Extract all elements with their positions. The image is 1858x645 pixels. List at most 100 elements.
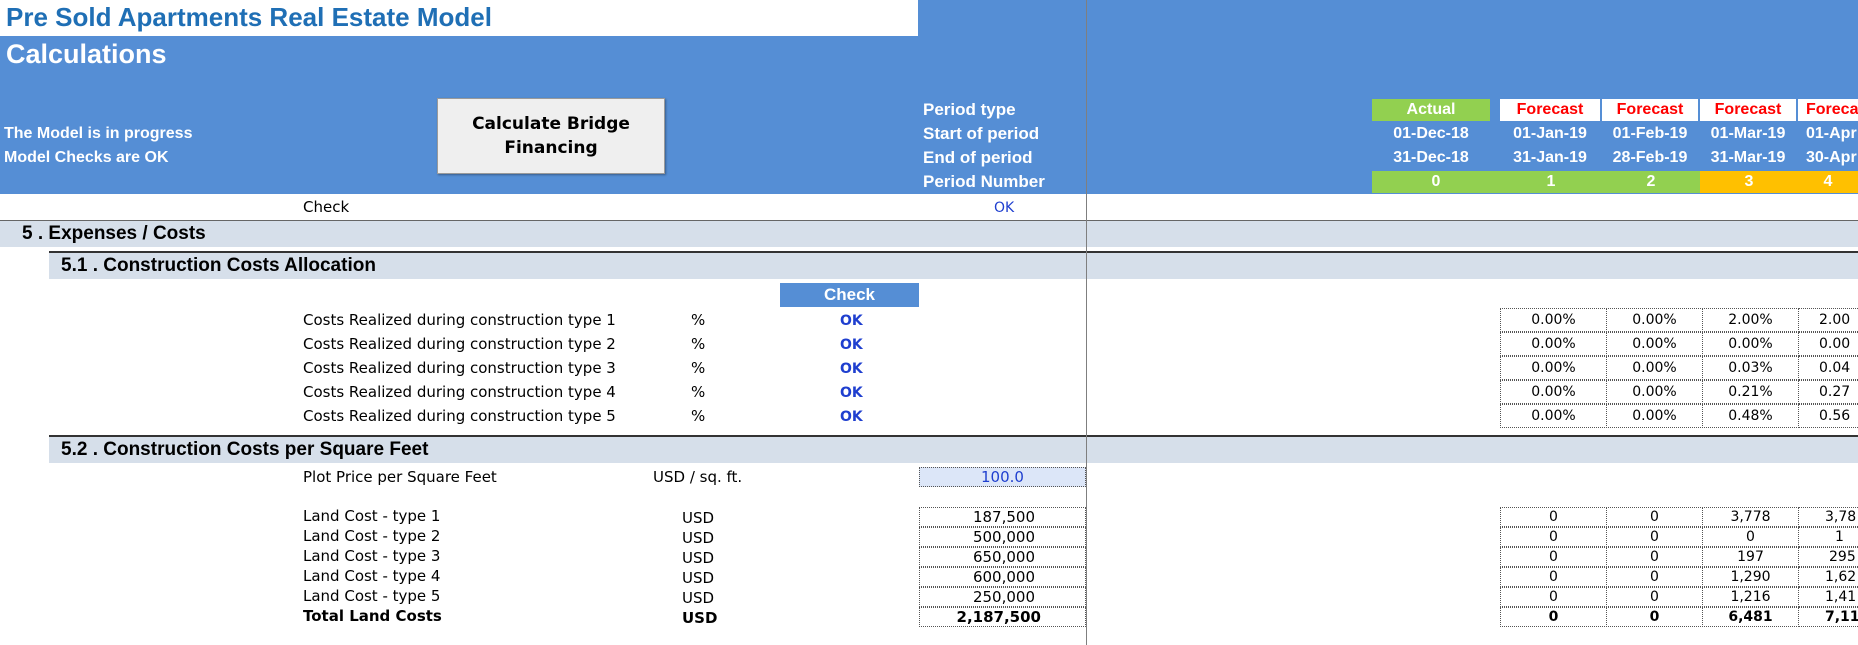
alloc-cell[interactable]: 0.03% (1702, 356, 1799, 380)
period-end-2: 28-Feb-19 (1612, 149, 1688, 166)
check-column-header: Check (780, 283, 919, 307)
land-cost-cell[interactable]: 0 (1606, 567, 1703, 587)
land-cost-cell[interactable]: 0 (1500, 567, 1607, 587)
row-unit: % (691, 407, 706, 425)
section-5-2-header: 5.2 . Construction Costs per Square Feet (49, 435, 1858, 463)
alloc-cell[interactable]: 0.00% (1500, 332, 1607, 356)
total-land-costs-total: 2,187,500 (919, 607, 1086, 627)
row-check: OK (840, 385, 863, 401)
total-land-cost-cell[interactable]: 6,481 (1702, 607, 1799, 627)
period-start-1: 01-Jan-19 (1513, 125, 1587, 142)
row-label: Costs Realized during construction type … (303, 359, 616, 377)
period-number-3: 3 (1700, 171, 1798, 193)
total-land-cost-cell[interactable]: 0 (1606, 607, 1703, 627)
land-cost-cell[interactable]: 3,778 (1702, 507, 1799, 527)
period-type-4: Forecast (1798, 99, 1858, 121)
alloc-cell[interactable]: 2.00% (1702, 308, 1799, 332)
land-cost-cell[interactable]: 197 (1702, 547, 1799, 567)
period-end-0: 31-Dec-18 (1393, 149, 1469, 166)
section-5-title: 5 . Expenses / Costs (22, 223, 206, 244)
alloc-cell[interactable]: 0.00% (1500, 308, 1607, 332)
alloc-cell[interactable]: 0.00% (1500, 404, 1607, 428)
alloc-cell[interactable]: 0.00% (1606, 404, 1703, 428)
period-number-4: 4 (1798, 171, 1858, 193)
alloc-cell[interactable]: 0.21% (1702, 380, 1799, 404)
start-of-period-label: Start of period (923, 124, 1040, 143)
row-label: Costs Realized during construction type … (303, 335, 616, 353)
section-5-header: 5 . Expenses / Costs (0, 220, 1858, 247)
alloc-cell[interactable]: 2.00 (1798, 308, 1858, 332)
land-cost-cell[interactable]: 1,216 (1702, 587, 1799, 607)
page-title: Pre Sold Apartments Real Estate Model (6, 2, 492, 32)
land-cost-label: Land Cost - type 1 (303, 507, 441, 525)
plot-price-label: Plot Price per Square Feet (303, 468, 497, 486)
alloc-cell[interactable]: 0.27 (1798, 380, 1858, 404)
land-cost-cell[interactable]: 0 (1606, 507, 1703, 527)
land-cost-cell[interactable]: 295 (1798, 547, 1858, 567)
land-cost-cell[interactable]: 0 (1606, 547, 1703, 567)
row-unit: % (691, 335, 706, 353)
total-land-cost-cell[interactable]: 7,11 (1798, 607, 1858, 627)
land-cost-cell[interactable]: 0 (1500, 527, 1607, 547)
land-cost-cell[interactable]: 0 (1606, 527, 1703, 547)
period-type-0: Actual (1372, 99, 1490, 121)
land-cost-cell[interactable]: 0 (1702, 527, 1799, 547)
period-start-4: 01-Apr (1806, 125, 1857, 142)
alloc-cell[interactable]: 0.00% (1500, 380, 1607, 404)
land-cost-cell[interactable]: 0 (1606, 587, 1703, 607)
land-cost-label: Land Cost - type 5 (303, 587, 441, 605)
page-subtitle: Calculations (6, 39, 167, 69)
period-end-1: 31-Jan-19 (1513, 149, 1587, 166)
row-check: OK (840, 337, 863, 353)
land-cost-unit: USD (682, 589, 715, 607)
land-cost-cell[interactable]: 0 (1500, 547, 1607, 567)
total-land-costs-label: Total Land Costs (303, 607, 442, 625)
row-unit: % (691, 359, 706, 377)
row-label: Costs Realized during construction type … (303, 311, 616, 329)
section-5-2-title: 5.2 . Construction Costs per Square Feet (61, 439, 429, 460)
period-type-3: Forecast (1700, 99, 1796, 121)
plot-price-unit: USD / sq. ft. (653, 468, 743, 486)
alloc-cell[interactable]: 0.00 (1798, 332, 1858, 356)
land-cost-cell[interactable]: 1 (1798, 527, 1858, 547)
land-cost-cell[interactable]: 0 (1500, 507, 1607, 527)
land-cost-unit: USD (682, 549, 715, 567)
land-cost-total: 250,000 (919, 587, 1086, 607)
row-unit: % (691, 383, 706, 401)
land-cost-total: 500,000 (919, 527, 1086, 547)
land-cost-unit: USD (682, 509, 715, 527)
total-land-cost-cell[interactable]: 0 (1500, 607, 1607, 627)
period-start-0: 01-Dec-18 (1393, 125, 1469, 142)
land-cost-cell[interactable]: 0 (1500, 587, 1607, 607)
alloc-cell[interactable]: 0.00% (1702, 332, 1799, 356)
land-cost-cell[interactable]: 1,41 (1798, 587, 1858, 607)
alloc-cell[interactable]: 0.00% (1606, 308, 1703, 332)
alloc-cell[interactable]: 0.00% (1606, 332, 1703, 356)
alloc-cell[interactable]: 0.04 (1798, 356, 1858, 380)
row-label: Costs Realized during construction type … (303, 383, 616, 401)
alloc-cell[interactable]: 0.00% (1606, 356, 1703, 380)
land-cost-total: 187,500 (919, 507, 1086, 527)
status-progress: The Model is in progress (4, 125, 193, 142)
period-end-4: 30-Apr (1806, 149, 1857, 166)
calculate-bridge-financing-button[interactable]: Calculate Bridge Financing (437, 98, 665, 174)
row-label: Costs Realized during construction type … (303, 407, 616, 425)
alloc-cell[interactable]: 0.56 (1798, 404, 1858, 428)
alloc-cell[interactable]: 0.00% (1606, 380, 1703, 404)
land-cost-cell[interactable]: 1,62 (1798, 567, 1858, 587)
section-5-1-title: 5.1 . Construction Costs Allocation (61, 255, 376, 276)
land-cost-label: Land Cost - type 3 (303, 547, 441, 565)
section-5-1-header: 5.1 . Construction Costs Allocation (49, 251, 1858, 279)
land-cost-cell[interactable]: 1,290 (1702, 567, 1799, 587)
land-cost-unit: USD (682, 569, 715, 587)
land-cost-cell[interactable]: 3,78 (1798, 507, 1858, 527)
land-cost-total: 600,000 (919, 567, 1086, 587)
plot-price-input[interactable]: 100.0 (919, 467, 1086, 487)
end-of-period-label: End of period (923, 148, 1033, 167)
alloc-cell[interactable]: 0.48% (1702, 404, 1799, 428)
period-start-3: 01-Mar-19 (1710, 125, 1786, 142)
alloc-cell[interactable]: 0.00% (1500, 356, 1607, 380)
period-type-2: Forecast (1602, 99, 1698, 121)
check-value: OK (994, 200, 1015, 216)
row-check: OK (840, 409, 863, 425)
